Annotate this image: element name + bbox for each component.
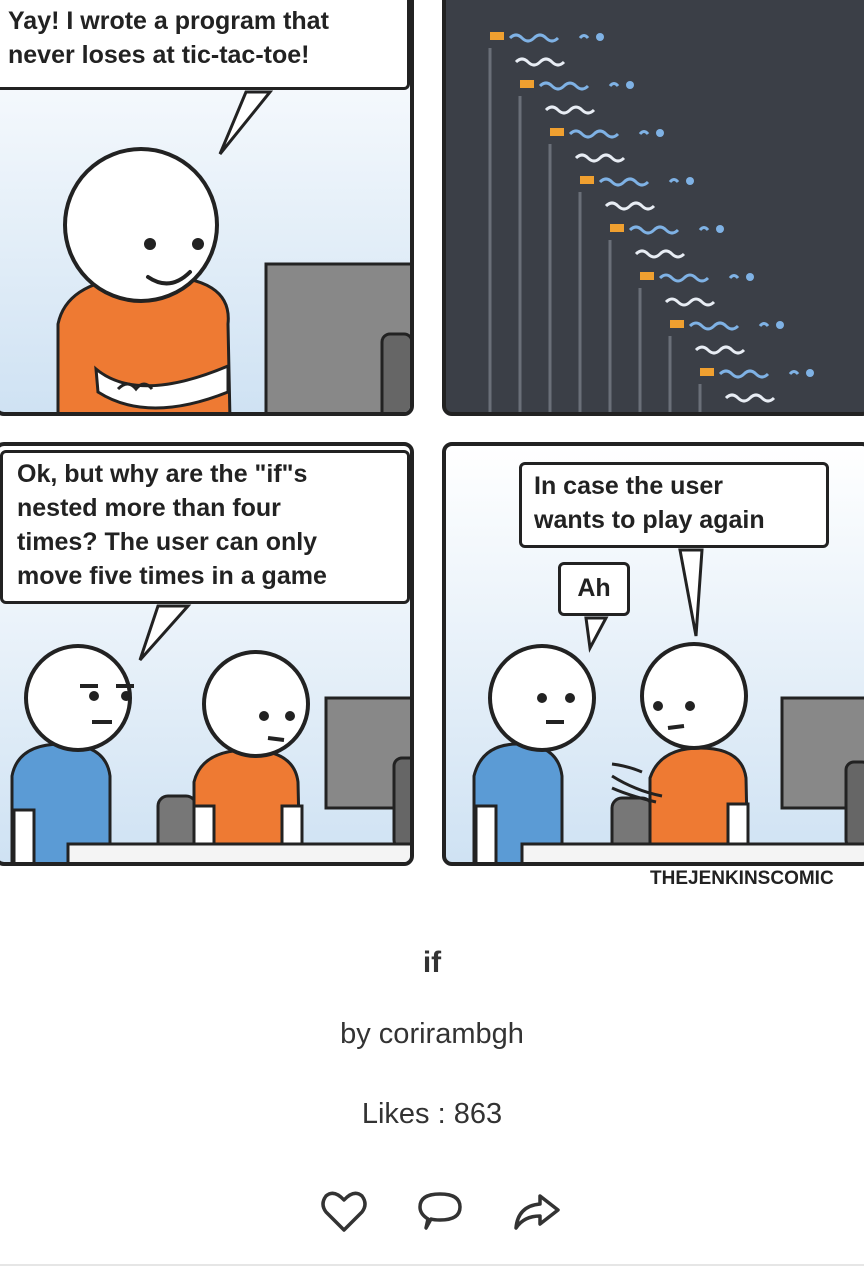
- share-button[interactable]: [510, 1186, 562, 1236]
- comic-image: Yay! I wrote a program that never loses …: [0, 0, 864, 900]
- comment-icon: [418, 1192, 462, 1230]
- speech-bubble-1: Yay! I wrote a program that never loses …: [0, 0, 410, 90]
- likes-count: Likes : 863: [361, 1098, 503, 1130]
- like-button[interactable]: [318, 1186, 370, 1236]
- heart-icon: [321, 1191, 367, 1232]
- post-title: if: [422, 946, 442, 979]
- post-author[interactable]: by corirambgh: [0, 1018, 864, 1051]
- comment-button[interactable]: [414, 1186, 466, 1236]
- comic-credit: THEJENKINSCOMIC: [650, 868, 834, 889]
- share-icon: [514, 1194, 560, 1230]
- speech-bubble-ah: Ah: [558, 562, 630, 616]
- speech-bubble-4: In case the user wants to play again: [519, 462, 829, 548]
- post-actions: [310, 1186, 570, 1236]
- nested-code-art: [488, 32, 814, 412]
- bottom-divider: [0, 1264, 864, 1266]
- speech-bubble-3: Ok, but why are the "if"s nested more th…: [0, 450, 410, 604]
- comic-panel-2-code: [442, 0, 864, 416]
